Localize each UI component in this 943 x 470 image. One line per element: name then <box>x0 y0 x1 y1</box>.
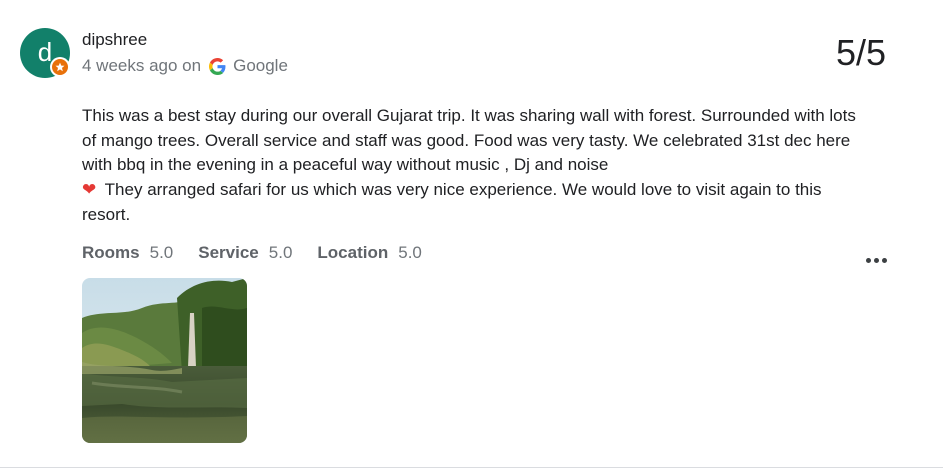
more-dot <box>865 257 871 263</box>
rating-label: Service <box>198 243 259 262</box>
category-ratings: Rooms 5.0 Service 5.0 Location 5.0 <box>82 243 422 263</box>
review-photo[interactable] <box>82 278 247 443</box>
review-meta: 4 weeks ago on Google <box>82 56 288 76</box>
review-text-part-1: This was a best stay during our overall … <box>82 106 856 175</box>
rating-service: Service 5.0 <box>198 243 292 263</box>
rating-label: Location <box>317 243 389 262</box>
local-guide-badge-icon <box>50 57 70 77</box>
heart-icon: ❤ <box>82 180 97 200</box>
rating-location: Location 5.0 <box>317 243 421 263</box>
google-g-logo-icon <box>209 57 226 75</box>
divider <box>0 467 943 468</box>
review-score: 5/5 <box>835 32 886 73</box>
review-source: Google <box>233 56 288 75</box>
rating-value: 5.0 <box>398 243 422 262</box>
more-dot <box>881 257 887 263</box>
more-options-button[interactable] <box>862 251 890 269</box>
author-name[interactable]: dipshree <box>82 30 147 50</box>
rating-value: 5.0 <box>268 243 293 262</box>
review-time: 4 weeks ago on <box>82 56 202 75</box>
star-icon <box>55 62 65 72</box>
more-dot <box>873 257 879 263</box>
photo-pond-forest <box>82 278 247 443</box>
review-text-part-2: They arranged safari for us which was ve… <box>82 180 822 224</box>
rating-rooms: Rooms 5.0 <box>82 243 173 263</box>
review-text: This was a best stay during our overall … <box>82 104 862 228</box>
review-card: d dipshree 4 weeks ago on Google 5/5 Thi… <box>0 0 943 470</box>
rating-value: 5.0 <box>149 243 174 262</box>
rating-label: Rooms <box>82 243 140 262</box>
